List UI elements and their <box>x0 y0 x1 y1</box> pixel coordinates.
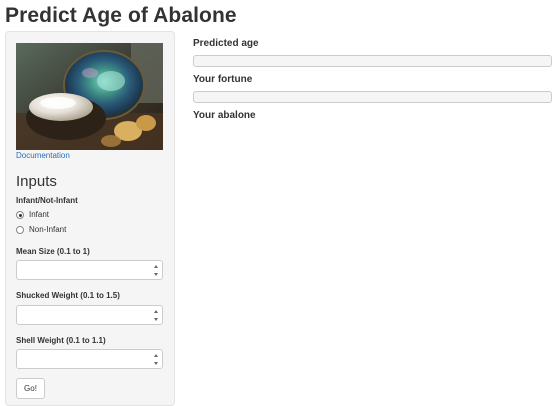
predicted-age-label: Predicted age <box>193 38 259 49</box>
radio-non-infant-label: Non-Infant <box>29 225 67 234</box>
shucked-weight-input[interactable] <box>16 305 163 325</box>
shell-weight-label: Shell Weight (0.1 to 1.1) <box>16 336 106 345</box>
app-title: Predict Age of Abalone <box>5 4 237 27</box>
spinner-down-icon[interactable] <box>154 362 158 365</box>
spinner-up-icon[interactable] <box>154 310 158 313</box>
sidebar-panel: Documentation Inputs Infant/Not-Infant I… <box>5 31 175 406</box>
documentation-link[interactable]: Documentation <box>16 151 70 161</box>
spinner-up-icon[interactable] <box>154 354 158 357</box>
radio-button-icon[interactable] <box>16 211 24 219</box>
spinner-icon[interactable] <box>153 354 159 365</box>
abalone-label: Your abalone <box>193 110 256 121</box>
spinner-down-icon[interactable] <box>154 273 158 276</box>
mean-size-field[interactable] <box>17 262 147 280</box>
spinner-icon[interactable] <box>153 265 159 276</box>
shucked-weight-field[interactable] <box>17 307 147 325</box>
spinner-icon[interactable] <box>153 310 159 321</box>
radio-infant-label: Infant <box>29 210 50 219</box>
shucked-weight-label: Shucked Weight (0.1 to 1.5) <box>16 291 120 300</box>
mean-size-label: Mean Size (0.1 to 1) <box>16 247 90 256</box>
go-button[interactable]: Go! <box>16 378 45 399</box>
spinner-up-icon[interactable] <box>154 265 158 268</box>
predicted-age-output <box>193 55 552 67</box>
radio-button-icon[interactable] <box>16 226 24 234</box>
spinner-down-icon[interactable] <box>154 318 158 321</box>
radio-infant[interactable]: Infant <box>16 210 49 220</box>
shell-weight-field[interactable] <box>17 351 147 369</box>
shell-weight-input[interactable] <box>16 349 163 369</box>
radio-non-infant[interactable]: Non-Infant <box>16 225 66 235</box>
infant-group-label: Infant/Not-Infant <box>16 196 78 205</box>
mean-size-input[interactable] <box>16 260 163 280</box>
fortune-label: Your fortune <box>193 74 253 85</box>
inputs-heading: Inputs <box>16 173 57 190</box>
abalone-photo <box>16 43 163 150</box>
fortune-output <box>193 91 552 103</box>
